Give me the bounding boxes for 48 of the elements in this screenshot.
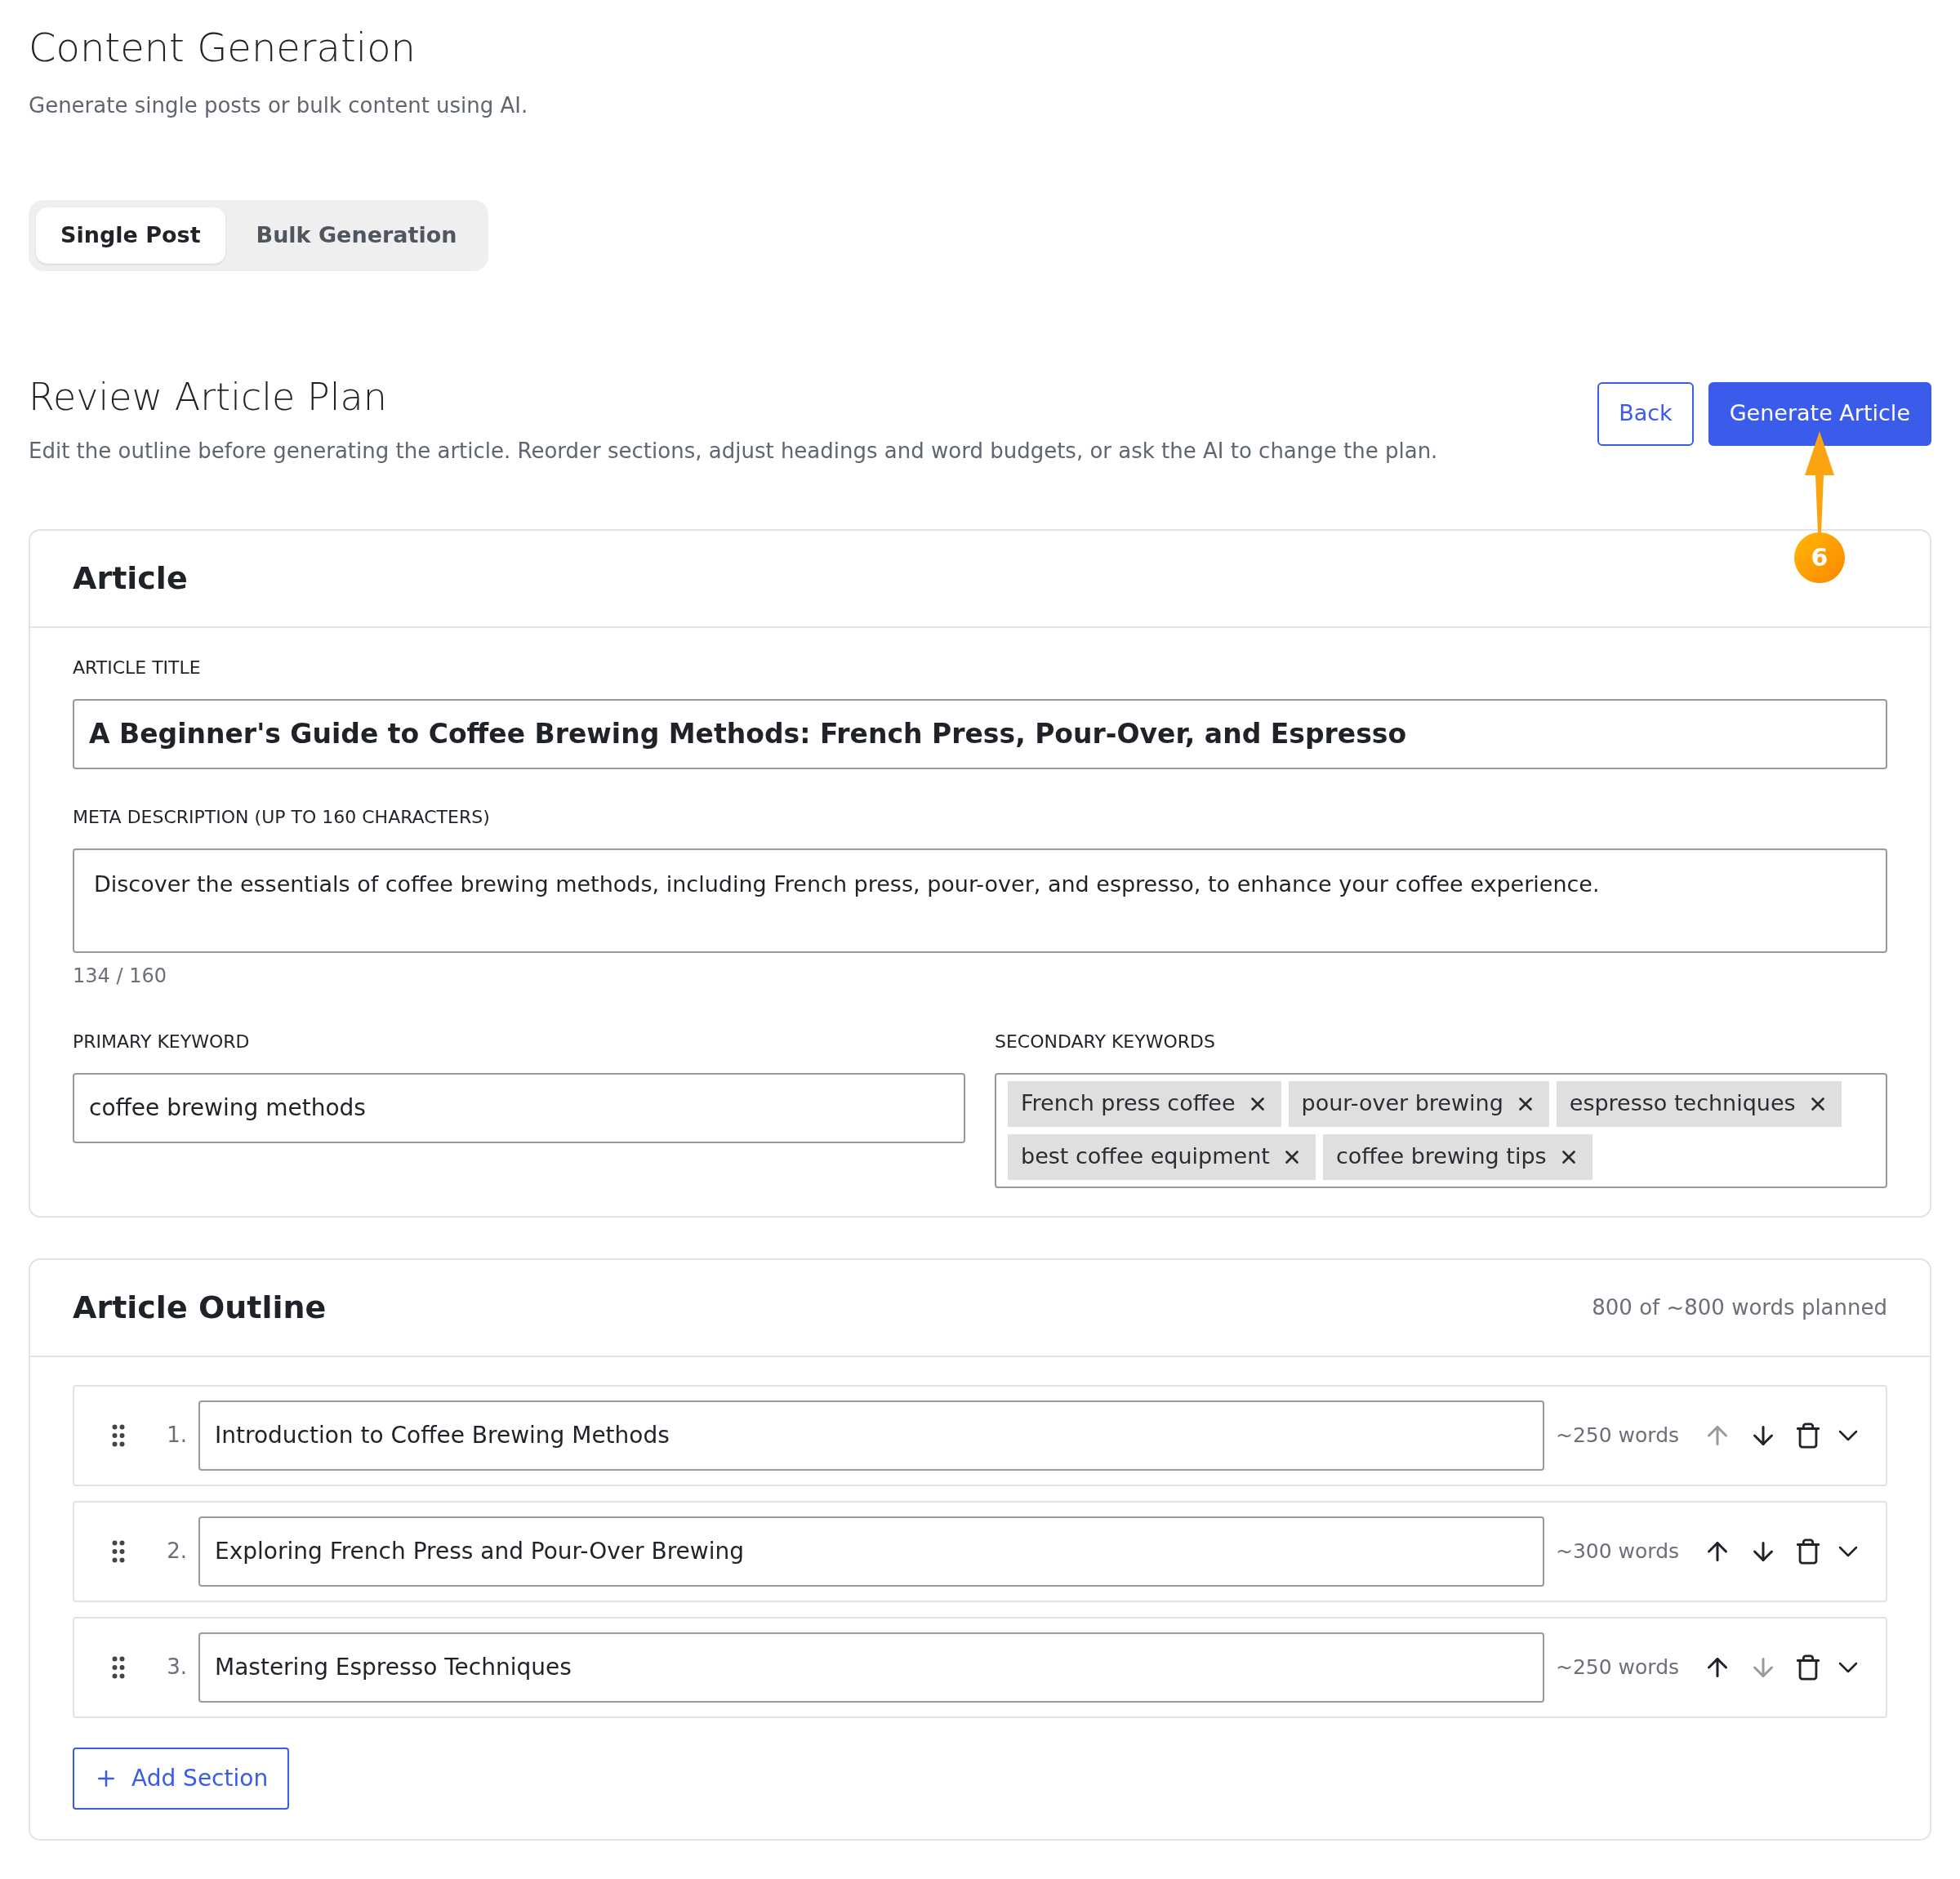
section-description: Edit the outline before generating the article. Reorder sections, adjust headings and word budgets, or ask the AI to change the plan. (29, 437, 1438, 465)
title-input[interactable]: A Beginner's Guide to Coffee Brewing Methods: French Press, Pour-Over, and Espresso (73, 698, 1887, 769)
keyword-text: espresso techniques (1569, 1089, 1796, 1118)
chevron-down-icon (1838, 1545, 1858, 1557)
tab[interactable]: Bulk Generation (231, 207, 482, 264)
card-title: Article (73, 559, 188, 598)
page-subtitle: Generate single posts or bulk content using AI. (29, 92, 529, 119)
word-count: ~250 words (1556, 1654, 1681, 1681)
word-count: ~250 words (1556, 1422, 1681, 1449)
section-heading-input[interactable]: Introduction to Coffee Brewing Methods (198, 1400, 1544, 1471)
section-number: 2. (166, 1538, 188, 1565)
delete-button[interactable] (1794, 1653, 1822, 1681)
field-label: PRIMARY KEYWORD (73, 1030, 251, 1053)
trash-icon (1794, 1421, 1822, 1449)
delete-button[interactable] (1794, 1421, 1822, 1449)
section-number: 3. (166, 1654, 188, 1681)
trash-icon (1794, 1653, 1822, 1681)
keyword-text: best coffee equipment (1021, 1142, 1270, 1171)
expand-button[interactable] (1838, 1545, 1858, 1557)
keyword-text: French press coffee (1021, 1089, 1236, 1118)
chevron-down-icon (1838, 1661, 1858, 1673)
character-count: 134 / 160 (73, 963, 167, 989)
chevron-down-icon (1838, 1429, 1858, 1441)
meta-description-input[interactable]: Discover the essentials of coffee brewing methods, including French press, pour-over, and espresso, to enhance your coffee experience. (73, 848, 1887, 953)
section-number: 1. (166, 1422, 188, 1449)
expand-button[interactable] (1838, 1429, 1858, 1441)
generate-button[interactable]: Generate Article (1708, 381, 1931, 446)
word-summary: 800 of ~800 words planned (1592, 1293, 1887, 1321)
delete-button[interactable] (1794, 1537, 1822, 1565)
add-section-button[interactable]: Add Section (73, 1747, 290, 1810)
word-count: ~300 words (1556, 1538, 1681, 1565)
primary-keyword-input[interactable]: coffee brewing methods (73, 1072, 965, 1143)
field-label: ARTICLE TITLE (73, 656, 202, 679)
trash-icon (1794, 1537, 1822, 1565)
keyword-text: pour-over brewing (1301, 1089, 1503, 1118)
section-title: Review Article Plan (29, 373, 388, 421)
section-heading-input[interactable]: Mastering Espresso Techniques (198, 1632, 1544, 1703)
field-label: SECONDARY KEYWORDS (995, 1030, 1216, 1053)
secondary-keywords-field[interactable]: French press coffee pour-over brewing espresso techniques best coffee equipment coffee brewing tips (995, 1072, 1887, 1188)
step-badge: 6 (1794, 532, 1845, 583)
field-label: META DESCRIPTION (UP TO 160 CHARACTERS) (73, 805, 491, 829)
keyword-text: coffee brewing tips (1335, 1142, 1547, 1171)
expand-button[interactable] (1838, 1661, 1858, 1673)
tab[interactable]: Single Post (36, 207, 225, 264)
card-title: Article Outline (73, 1288, 327, 1327)
section-heading-input[interactable]: Exploring French Press and Pour-Over Brewing (198, 1516, 1544, 1587)
back-button[interactable]: Back (1597, 381, 1694, 446)
page-title: Content Generation (29, 24, 416, 72)
